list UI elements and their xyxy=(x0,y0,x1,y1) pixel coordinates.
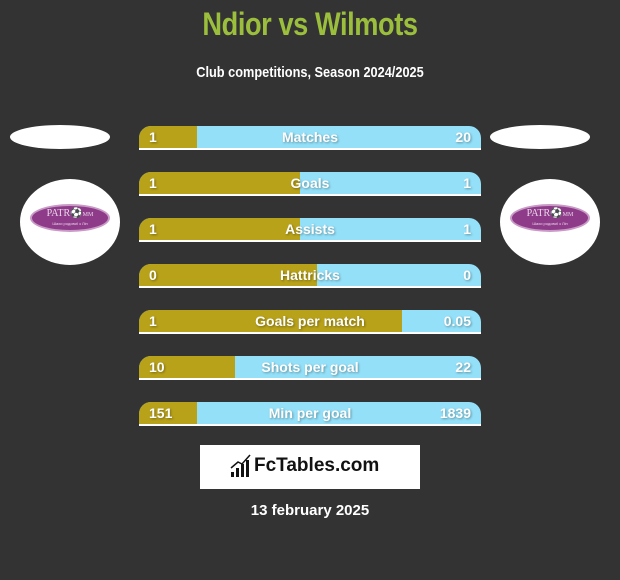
stat-row-shots-per-goal: 10 Shots per goal 22 xyxy=(139,356,481,380)
stat-row-goals: 1 Goals 1 xyxy=(139,172,481,196)
stat-row-goals-per-match: 1 Goals per match 0.05 xyxy=(139,310,481,334)
right-logo-text: PATR xyxy=(526,208,551,219)
stat-label: Hattricks xyxy=(280,267,340,283)
stat-label: Goals xyxy=(290,175,330,191)
left-team-name-placeholder xyxy=(10,125,110,149)
left-logo-sub: MM xyxy=(82,212,94,218)
right-value: 0.05 xyxy=(443,313,471,329)
soccer-ball-icon: ⚽ xyxy=(70,208,83,219)
stat-row-min-per-goal: 151 Min per goal 1839 xyxy=(139,402,481,426)
left-logo-emblem: PATR⚽MM Шахи родовиї з Ліп xyxy=(30,204,110,232)
soccer-ball-icon: ⚽ xyxy=(550,208,563,219)
right-logo-sub: MM xyxy=(562,212,574,218)
stat-label: Shots per goal xyxy=(261,359,359,375)
right-value: 20 xyxy=(455,129,471,145)
season-subtitle: Club competitions, Season 2024/2025 xyxy=(196,64,424,81)
date-label: 13 february 2025 xyxy=(250,502,370,519)
bar-chart-icon xyxy=(230,454,251,477)
stat-row-assists: 1 Assists 1 xyxy=(139,218,481,242)
stat-label: Min per goal xyxy=(268,405,352,421)
stat-label: Goals per match xyxy=(255,313,365,329)
left-logo-text: PATR xyxy=(46,208,71,219)
stat-row-hattricks: 0 Hattricks 0 xyxy=(139,264,481,288)
right-logo-tagline: Шахи родовиї з Ліп xyxy=(532,221,568,226)
right-value: 0 xyxy=(463,267,471,283)
stat-row-matches: 1 Matches 20 xyxy=(139,126,481,150)
fctables-logo[interactable]: FcTables.com xyxy=(200,445,420,489)
left-team-logo[interactable]: PATR⚽MM Шахи родовиї з Ліп xyxy=(20,179,120,265)
right-value: 1839 xyxy=(439,405,471,421)
stat-label: Assists xyxy=(285,221,335,237)
right-value: 1 xyxy=(463,175,471,191)
left-logo-tagline: Шахи родовиї з Ліп xyxy=(52,221,88,226)
right-team-name-placeholder xyxy=(490,125,590,149)
brand-name: FcTables.com xyxy=(254,455,380,476)
right-logo-emblem: PATR⚽MM Шахи родовиї з Ліп xyxy=(510,204,590,232)
stat-label: Matches xyxy=(281,129,339,145)
right-value: 1 xyxy=(463,221,471,237)
right-team-logo[interactable]: PATR⚽MM Шахи родовиї з Ліп xyxy=(500,179,600,265)
right-value: 22 xyxy=(455,359,471,375)
page-title: Ndior vs Wilmots xyxy=(202,6,418,42)
